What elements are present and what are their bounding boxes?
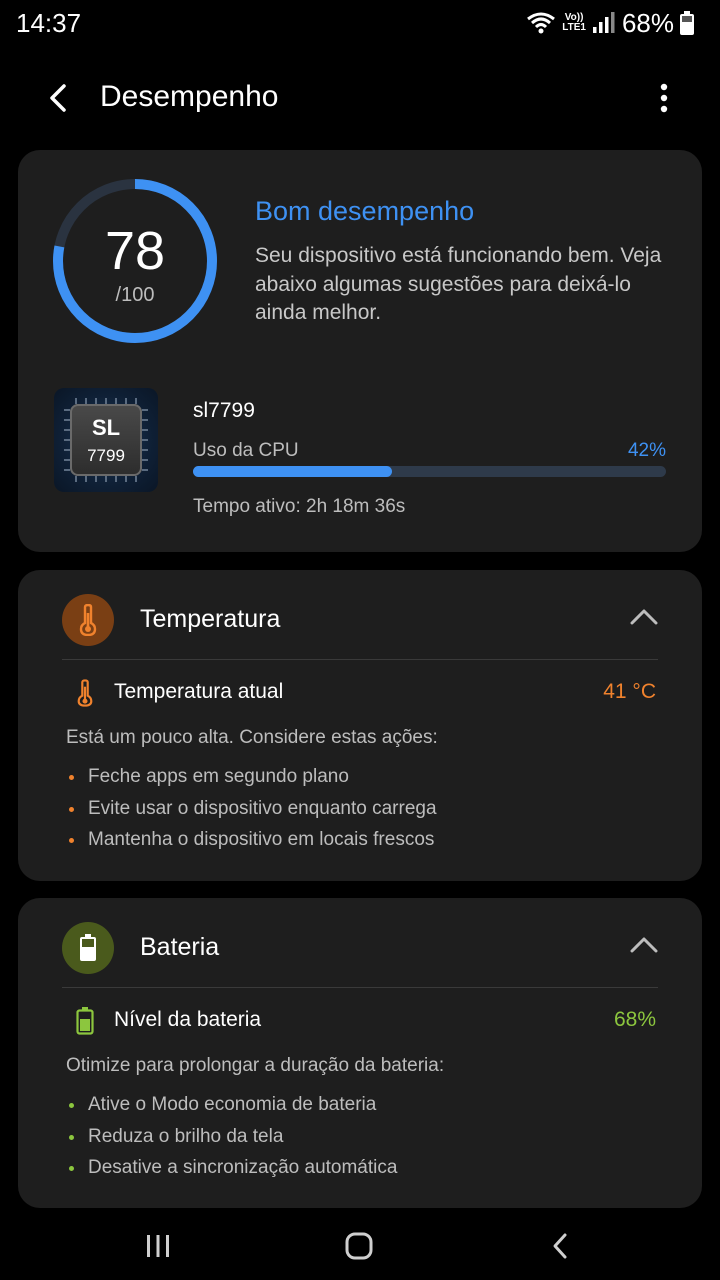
battery-level-value: 68% <box>613 1008 656 1031</box>
thermometer-small-icon <box>77 679 93 707</box>
nav-back-icon <box>553 1233 567 1259</box>
performance-status-description: Seu dispositivo está funcionando bem. Ve… <box>255 244 662 324</box>
current-temperature-value: 41 °C <box>603 680 656 703</box>
status-icons: Vo)) LTE1 68% <box>526 8 694 38</box>
back-arrow-icon <box>50 84 66 112</box>
battery-tips: Ative o Modo economia de bateria Reduza … <box>66 1093 397 1188</box>
temperature-section-icon <box>62 594 114 646</box>
temperature-card: Temperatura Temperatura atual 41 °C Está… <box>18 570 702 881</box>
cpu-usage-fill <box>193 466 392 477</box>
battery-collapse-button[interactable] <box>626 930 662 960</box>
performance-status-title: Bom desempenho <box>255 196 475 226</box>
performance-card: 78 /100 Bom desempenho Seu dispositivo e… <box>18 150 702 552</box>
battery-status-icon <box>680 11 694 35</box>
divider <box>62 987 658 988</box>
tip-item: Reduza o brilho da tela <box>66 1125 397 1157</box>
thermometer-icon <box>79 604 97 636</box>
tip-item: Evite usar o dispositivo enquanto carreg… <box>66 797 437 829</box>
score-value: 78 <box>104 221 166 281</box>
network-type: Vo)) LTE1 <box>562 12 586 33</box>
battery-title: Bateria <box>140 933 220 961</box>
battery-card: Bateria Nível da bateria 68% Otimize par… <box>18 898 702 1208</box>
current-temperature-label: Temperatura atual <box>114 680 284 703</box>
cpu-usage-bar <box>193 466 666 477</box>
temperature-title: Temperatura <box>140 605 281 633</box>
uptime-text: Tempo ativo: 2h 18m 36s <box>193 496 406 517</box>
battery-level-label: Nível da bateria <box>114 1008 262 1031</box>
signal-icon <box>592 12 615 33</box>
battery-hint: Otimize para prolongar a duração da bate… <box>66 1055 445 1076</box>
tip-item: Desative a sincronização automática <box>66 1156 397 1188</box>
cpu-usage-value: 42% <box>627 440 666 461</box>
chip-name: sl7799 <box>193 399 255 422</box>
page-title: Desempenho <box>100 80 279 113</box>
home-icon <box>345 1232 373 1260</box>
chip-body: SL 7799 <box>70 404 142 476</box>
tip-item: Feche apps em segundo plano <box>66 765 437 797</box>
temperature-hint: Está um pouco alta. Considere estas açõe… <box>66 727 438 748</box>
chip-label-brand: SL <box>91 415 121 440</box>
app-bar: Desempenho <box>0 60 720 136</box>
nav-back-button[interactable] <box>530 1226 590 1266</box>
back-button[interactable] <box>36 76 80 120</box>
chip-image: SL 7799 <box>54 388 158 492</box>
more-options-button[interactable] <box>644 76 684 120</box>
status-time: 14:37 <box>16 8 82 38</box>
nav-recents-button[interactable] <box>128 1226 188 1266</box>
temperature-tips: Feche apps em segundo plano Evite usar o… <box>66 765 437 860</box>
wifi-icon <box>527 12 556 34</box>
tip-item: Mantenha o dispositivo em locais frescos <box>66 828 437 860</box>
navigation-bar <box>0 1210 720 1280</box>
temperature-collapse-button[interactable] <box>626 602 662 632</box>
recents-icon <box>147 1235 169 1257</box>
battery-level-icon <box>76 1007 94 1035</box>
divider <box>62 659 658 660</box>
status-bar: 14:37 Vo)) LTE1 68% <box>0 0 720 46</box>
chevron-up-icon <box>630 937 658 953</box>
more-vertical-icon <box>660 83 668 113</box>
battery-section-icon <box>62 922 114 974</box>
chevron-up-icon <box>630 609 658 625</box>
chip-label-model: 7799 <box>87 446 125 465</box>
battery-icon <box>80 934 96 961</box>
nav-home-button[interactable] <box>329 1226 389 1266</box>
cpu-usage-label: Uso da CPU <box>193 440 299 461</box>
score-max: /100 <box>115 284 155 306</box>
battery-percent: 68% <box>621 7 674 38</box>
tip-item: Ative o Modo economia de bateria <box>66 1093 397 1125</box>
